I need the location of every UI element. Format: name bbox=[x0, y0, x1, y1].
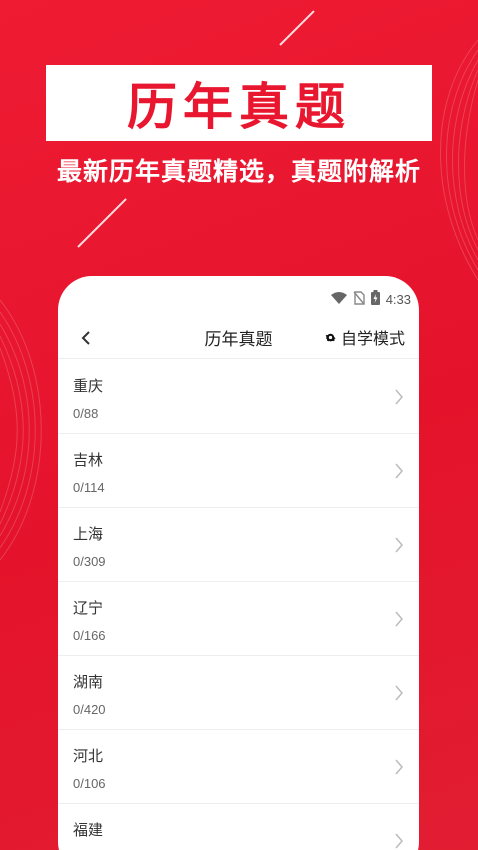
item-name: 河北 bbox=[73, 747, 104, 765]
battery-icon bbox=[370, 289, 380, 309]
promo-banner: 历年真题 bbox=[46, 65, 432, 141]
promo-subtitle: 最新历年真题精选，真题附解析 bbox=[56, 157, 421, 186]
promo-title: 历年真题 bbox=[127, 78, 351, 136]
item-name: 重庆 bbox=[73, 377, 104, 395]
item-progress: 0/420 bbox=[73, 702, 106, 717]
chevron-right-icon bbox=[395, 389, 403, 405]
chevron-right-icon bbox=[395, 463, 403, 479]
item-name: 湖南 bbox=[73, 673, 104, 691]
item-progress: 0/106 bbox=[73, 776, 106, 791]
list-item[interactable]: 辽宁 0/166 bbox=[58, 582, 419, 656]
chevron-right-icon bbox=[395, 759, 403, 775]
status-bar: 4:33 bbox=[330, 289, 411, 309]
item-name: 上海 bbox=[73, 525, 104, 543]
item-progress: 0/88 bbox=[73, 406, 99, 421]
mode-label: 自学模式 bbox=[340, 329, 405, 348]
list-item[interactable]: 河北 0/106 bbox=[58, 730, 419, 804]
self-study-mode-button[interactable]: 自学模式 bbox=[324, 325, 405, 349]
list-item[interactable]: 吉林 0/114 bbox=[58, 434, 419, 508]
item-name: 辽宁 bbox=[73, 599, 104, 617]
nav-bar: 历年真题 自学模式 bbox=[58, 316, 419, 358]
exam-list: 重庆 0/88 吉林 0/114 上海 0/309 辽宁 0/166 湖南 0/… bbox=[58, 360, 419, 850]
wave-decoration bbox=[0, 300, 42, 560]
chevron-right-icon bbox=[395, 611, 403, 627]
chevron-right-icon bbox=[395, 685, 403, 701]
status-time: 4:33 bbox=[385, 291, 411, 307]
gear-icon bbox=[325, 333, 336, 341]
decorative-line bbox=[77, 198, 127, 248]
chevron-right-icon bbox=[395, 537, 403, 553]
list-item[interactable]: 福建 bbox=[58, 804, 419, 850]
decorative-line bbox=[279, 10, 315, 46]
list-item[interactable]: 上海 0/309 bbox=[58, 508, 419, 582]
wifi-icon bbox=[330, 290, 347, 309]
no-sim-icon bbox=[353, 290, 365, 309]
phone-screen: 4:33 历年真题 自学模式 重庆 0/88 吉林 0/114 上海 0/309… bbox=[58, 276, 419, 850]
divider bbox=[58, 358, 419, 359]
list-item[interactable]: 重庆 0/88 bbox=[58, 360, 419, 434]
list-item[interactable]: 湖南 0/420 bbox=[58, 656, 419, 730]
item-name: 福建 bbox=[73, 821, 104, 839]
item-progress: 0/309 bbox=[73, 554, 106, 569]
item-name: 吉林 bbox=[73, 451, 104, 469]
item-progress: 0/166 bbox=[73, 628, 106, 643]
item-progress: 0/114 bbox=[73, 480, 105, 495]
chevron-right-icon bbox=[395, 833, 403, 849]
